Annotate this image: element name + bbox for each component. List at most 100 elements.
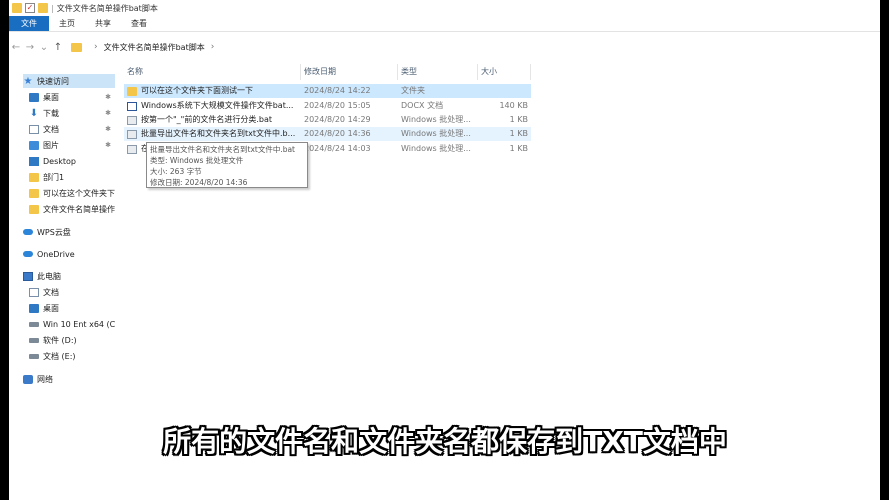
file-date: 2024/8/20 15:05: [304, 101, 371, 110]
sidebar-item-quick-access[interactable]: ★ 快速访问: [23, 74, 115, 88]
window-title: 文件文件名简单操作bat脚本: [56, 3, 158, 13]
drive-icon: [29, 353, 39, 359]
ribbon-tabs: 文件 主页 共享 查看: [9, 16, 880, 32]
cloud-icon: [23, 251, 33, 257]
letterbox-right: [880, 0, 889, 500]
docx-icon: [127, 101, 137, 111]
pictures-icon: [29, 140, 39, 150]
drive-icon: [29, 337, 39, 343]
table-row[interactable]: Windows系统下大规模文件操作文件bat... 2024/8/20 15:0…: [124, 99, 531, 113]
folder-icon: [127, 86, 137, 96]
folder-icon: [29, 172, 39, 182]
sidebar-item-bat-scripts[interactable]: 文件文件名简单操作: [29, 202, 115, 216]
folder-icon: [29, 204, 39, 214]
document-icon: [29, 124, 39, 134]
file-type: Windows 批处理...: [401, 129, 471, 138]
sidebar-item-department1[interactable]: 部门1: [29, 170, 115, 184]
network-icon: [23, 374, 33, 384]
sidebar-item-drive-e[interactable]: 文档 (E:): [29, 349, 115, 363]
sidebar-item-drive-d[interactable]: 软件 (D:): [29, 333, 115, 347]
chevron-down-icon[interactable]: ⌄: [37, 42, 51, 53]
column-header-type[interactable]: 类型: [398, 64, 478, 80]
tab-share[interactable]: 共享: [85, 16, 121, 31]
explorer-window: ✓ | 文件文件名简单操作bat脚本 文件 主页 共享 查看 ← → ⌄ ↑ ›…: [0, 0, 889, 500]
new-folder-icon[interactable]: [38, 3, 48, 13]
table-row[interactable]: 按第一个"_"前的文件名进行分类.bat 2024/8/20 14:29 Win…: [124, 113, 531, 127]
folder-icon: [29, 156, 39, 166]
desktop-icon: [29, 303, 39, 313]
sidebar-item-downloads[interactable]: ⬇ 下载 ✱: [29, 106, 115, 120]
tab-home[interactable]: 主页: [49, 16, 85, 31]
title-bar: ✓ | 文件文件名简单操作bat脚本: [9, 0, 880, 16]
address-bar: ← → ⌄ ↑ › 文件文件名简单操作bat脚本 ›: [9, 38, 880, 56]
file-date: 2024/8/20 14:29: [304, 115, 371, 124]
pin-icon[interactable]: ✱: [105, 93, 111, 101]
file-name: 按第一个"_"前的文件名进行分类.bat: [141, 115, 273, 124]
forward-arrow-icon[interactable]: →: [23, 42, 37, 53]
document-icon: [29, 287, 39, 297]
chevron-right-icon[interactable]: ›: [94, 42, 98, 52]
tab-view[interactable]: 查看: [121, 16, 157, 31]
chevron-right-icon[interactable]: ›: [211, 42, 215, 52]
file-type: 文件夹: [401, 86, 425, 95]
tab-file[interactable]: 文件: [9, 16, 49, 31]
file-size: 1 KB: [509, 129, 528, 138]
tooltip-modified: 修改日期: 2024/8/20 14:36: [150, 178, 248, 187]
sidebar-item-this-pc[interactable]: 此电脑: [23, 269, 115, 283]
file-type: Windows 批处理...: [401, 144, 471, 153]
file-date: 2024/8/24 14:22: [304, 86, 371, 95]
file-name: Windows系统下大规模文件操作文件bat...: [141, 101, 294, 110]
file-type: Windows 批处理...: [401, 115, 471, 124]
column-headers: 名称 修改日期 类型 大小: [124, 64, 534, 80]
sidebar-item-test-folder[interactable]: 可以在这个文件夹下: [29, 186, 115, 200]
sidebar-item-pc-documents[interactable]: 文档: [29, 285, 115, 299]
letterbox-left: [0, 0, 9, 500]
bat-icon: [127, 129, 137, 139]
file-type: DOCX 文档: [401, 101, 444, 110]
column-header-size[interactable]: 大小: [478, 64, 531, 80]
desktop-icon: [29, 92, 39, 102]
sidebar-item-documents[interactable]: 文档 ✱: [29, 122, 115, 136]
sidebar-item-pictures[interactable]: 图片 ✱: [29, 138, 115, 152]
download-icon: ⬇: [29, 107, 39, 119]
table-row[interactable]: 可以在这个文件夹下面测试一下 2024/8/24 14:22 文件夹: [124, 84, 531, 98]
pin-icon[interactable]: ✱: [105, 109, 111, 117]
file-tooltip: 批量导出文件名和文件夹名到txt文件中.bat 类型: Windows 批处理文…: [146, 142, 308, 188]
file-size: 1 KB: [509, 115, 528, 124]
back-arrow-icon[interactable]: ←: [9, 42, 23, 53]
up-arrow-icon[interactable]: ↑: [51, 42, 65, 53]
bat-icon: [127, 115, 137, 125]
table-row[interactable]: 批量导出文件名和文件夹名到txt文件中.b... 2024/8/20 14:36…: [124, 127, 531, 141]
sidebar-item-onedrive[interactable]: OneDrive: [23, 247, 115, 261]
file-size: [477, 84, 528, 98]
column-header-name[interactable]: 名称: [124, 64, 301, 80]
sidebar-item-desktop-folder[interactable]: Desktop: [29, 154, 115, 168]
drive-icon: [29, 321, 39, 327]
star-icon: ★: [23, 75, 33, 87]
column-header-date[interactable]: 修改日期: [301, 64, 398, 80]
file-name: 可以在这个文件夹下面测试一下: [141, 86, 253, 95]
sidebar-item-wps-cloud[interactable]: WPS云盘: [23, 225, 115, 239]
file-size: 1 KB: [509, 144, 528, 153]
sidebar-item-desktop[interactable]: 桌面 ✱: [29, 90, 115, 104]
properties-icon[interactable]: ✓: [25, 3, 35, 13]
breadcrumb-current[interactable]: 文件文件名简单操作bat脚本: [104, 42, 205, 53]
pin-icon[interactable]: ✱: [105, 141, 111, 149]
tooltip-filename: 批量导出文件名和文件夹名到txt文件中.bat: [150, 145, 296, 154]
sidebar-item-pc-desktop[interactable]: 桌面: [29, 301, 115, 315]
file-name: 批量导出文件名和文件夹名到txt文件中.b...: [141, 129, 296, 138]
file-size: 140 KB: [499, 101, 528, 110]
bat-icon: [127, 144, 137, 154]
file-date: 2024/8/20 14:36: [304, 129, 371, 138]
pin-icon[interactable]: ✱: [105, 125, 111, 133]
folder-icon: [71, 42, 82, 52]
video-subtitle: 所有的文件名和文件夹名都保存到TXT文档中: [163, 425, 727, 458]
sidebar-item-drive-c[interactable]: Win 10 Ent x64 (C: [29, 317, 115, 331]
sidebar-item-network[interactable]: 网络: [23, 372, 115, 386]
folder-icon: [12, 3, 22, 13]
breadcrumb[interactable]: › 文件文件名简单操作bat脚本 ›: [71, 39, 220, 55]
file-date: 2024/8/24 14:03: [304, 144, 371, 153]
title-separator: |: [51, 3, 54, 13]
cloud-icon: [23, 229, 33, 235]
tooltip-size: 大小: 263 字节: [150, 167, 202, 176]
